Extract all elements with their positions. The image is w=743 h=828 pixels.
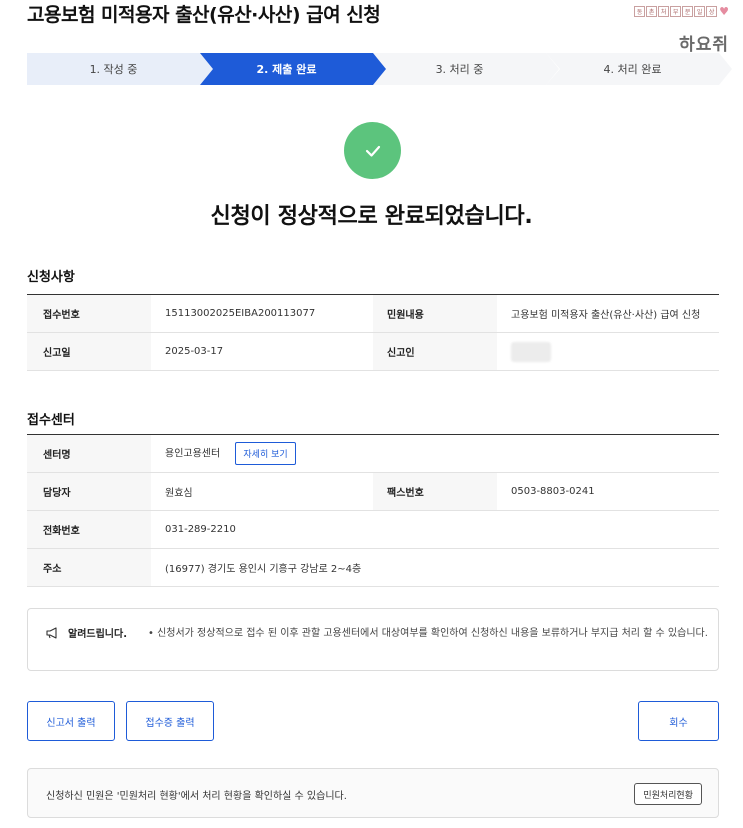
brand-text: 하요쥐 (679, 35, 729, 55)
address-value: (16977) 경기도 용인시 기흥구 강남로 2~4층 (151, 548, 719, 587)
step-label: 1. 작성 중 (89, 63, 138, 76)
table-row: 접수번호 15113002025EIBA200113077 민원내용 고용보험 … (27, 294, 719, 333)
stamp-char: 처 (658, 6, 670, 17)
chevron-right-icon (546, 53, 559, 85)
stamp-char: 상 (706, 6, 718, 17)
table-row: 전화번호 031-289-2210 (27, 510, 719, 549)
stamp-char: 촌 (646, 6, 658, 17)
step-label: 2. 제출 완료 (256, 63, 317, 76)
fax-value: 0503-8803-0241 (497, 472, 719, 511)
center-table: 센터명 용인고용센터 자세히 보기 담당자 원효심 팩스번호 0503-8803… (27, 434, 719, 587)
center-name-cell: 용인고용센터 자세히 보기 (151, 434, 719, 473)
notice-box: 알려드립니다. • 신청서가 정상적으로 접수 된 이후 관할 고용센터에서 대… (27, 608, 719, 671)
redacted-name (511, 341, 551, 362)
manager-label: 담당자 (27, 472, 151, 511)
print-report-button[interactable]: 신고서 출력 (27, 701, 115, 741)
detail-view-button[interactable]: 자세히 보기 (235, 442, 296, 465)
step-writing: 1. 작성 중 (27, 53, 213, 85)
stamp-char: 분 (682, 6, 694, 17)
chevron-right-icon (200, 53, 213, 85)
step-label: 4. 처리 완료 (603, 63, 662, 76)
reporter-label: 신고인 (373, 332, 497, 371)
complaint-value: 고용보험 미적용자 출산(유산·사산) 급여 신청 (497, 294, 719, 333)
step-submitted: 2. 제출 완료 (200, 53, 386, 85)
phone-value: 031-289-2210 (151, 510, 719, 549)
complaint-status-button[interactable]: 민원처리현황 (634, 783, 702, 805)
center-name-value: 용인고용센터 (165, 448, 221, 460)
status-info-box: 신청하신 민원은 '민원처리 현황'에서 처리 현황을 확인하실 수 있습니다.… (27, 768, 719, 818)
receipt-no-label: 접수번호 (27, 294, 151, 333)
notice-heading: 알려드립니다. (68, 629, 127, 640)
application-table: 접수번호 15113002025EIBA200113077 민원내용 고용보험 … (27, 294, 719, 371)
progress-steps: 1. 작성 중 2. 제출 완료 3. 처리 중 4. 처리 완료 (27, 53, 732, 85)
table-row: 센터명 용인고용센터 자세히 보기 (27, 434, 719, 473)
heart-icon: ♥ (719, 5, 729, 18)
status-message: 신청이 정상적으로 완료되었습니다. (210, 204, 533, 229)
complaint-label: 민원내용 (373, 294, 497, 333)
megaphone-icon (46, 627, 57, 639)
status-info-text: 신청하신 민원은 '민원처리 현황'에서 처리 현황을 확인하실 수 있습니다. (46, 791, 347, 802)
stamp-char: 일 (694, 6, 706, 17)
date-value: 2025-03-17 (151, 332, 373, 371)
step-processing: 3. 처리 중 (373, 53, 560, 85)
chevron-right-icon (719, 53, 732, 85)
phone-label: 전화번호 (27, 510, 151, 549)
brand-logo: 동 촌 처 부 분 일 상 ♥ 하요쥐 (619, 6, 729, 55)
withdraw-button[interactable]: 회수 (638, 701, 719, 741)
stamp-row: 동 촌 처 부 분 일 상 ♥ (619, 6, 729, 17)
center-section-title: 접수센터 (27, 413, 75, 428)
print-receipt-button[interactable]: 접수증 출력 (126, 701, 214, 741)
table-row: 주소 (16977) 경기도 용인시 기흥구 강남로 2~4층 (27, 548, 719, 587)
chevron-right-icon (373, 53, 386, 85)
table-row: 담당자 원효심 팩스번호 0503-8803-0241 (27, 472, 719, 511)
center-name-label: 센터명 (27, 434, 151, 473)
receipt-no-value: 15113002025EIBA200113077 (151, 294, 373, 333)
address-label: 주소 (27, 548, 151, 587)
step-label: 3. 처리 중 (435, 63, 484, 76)
fax-label: 팩스번호 (373, 472, 497, 511)
application-section-title: 신청사항 (27, 270, 75, 285)
date-label: 신고일 (27, 332, 151, 371)
reporter-value (497, 332, 719, 371)
manager-value: 원효심 (151, 472, 373, 511)
table-row: 신고일 2025-03-17 신고인 (27, 332, 719, 371)
stamp-char: 동 (634, 6, 646, 17)
stamp-char: 부 (670, 6, 682, 17)
step-completed: 4. 처리 완료 (546, 53, 732, 85)
notice-body: • 신청서가 정상적으로 접수 된 이후 관할 고용센터에서 대상여부를 확인하… (148, 628, 708, 639)
page-title: 고용보험 미적용자 출산(유산·사산) 급여 신청 (27, 4, 381, 26)
check-icon (344, 122, 401, 179)
